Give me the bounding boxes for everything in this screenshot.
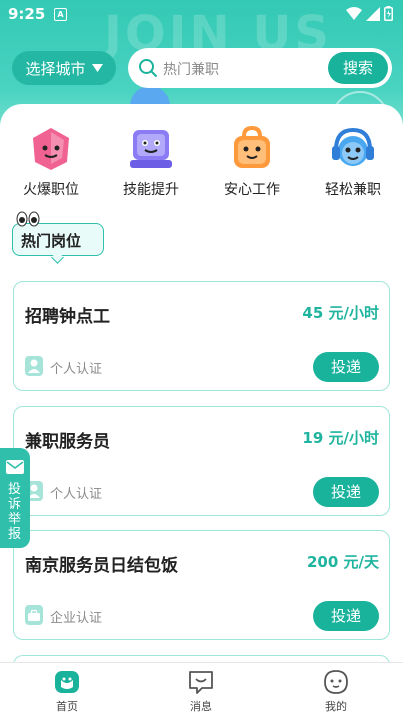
report-side-tab[interactable]: 投诉举报 bbox=[0, 448, 30, 548]
section-title: 热门岗位 bbox=[21, 232, 82, 250]
tab-label: 消息 bbox=[190, 700, 212, 713]
city-selector-label: 选择城市 bbox=[25, 59, 86, 78]
report-label: 投诉举报 bbox=[8, 482, 22, 542]
city-selector-button[interactable]: 选择城市 bbox=[12, 51, 116, 85]
job-card[interactable]: 招聘钟点工 45 元/小时 个人认证 投递 bbox=[13, 281, 390, 391]
eyes-icon bbox=[16, 211, 40, 227]
briefcase-icon bbox=[25, 605, 43, 625]
tab-label: 首页 bbox=[56, 700, 78, 713]
category-label: 安心工作 bbox=[224, 182, 280, 198]
search-bar: 热门兼职 搜索 bbox=[128, 48, 392, 88]
apply-button[interactable]: 投递 bbox=[313, 352, 379, 382]
profile-icon bbox=[324, 670, 348, 694]
person-icon bbox=[25, 356, 43, 376]
job-pay: 200 元/天 bbox=[306, 553, 379, 571]
bottom-tab-bar: 首页 消息 我的 bbox=[0, 662, 403, 719]
job-card[interactable]: 南京服务员日结包饭 200 元/天 企业认证 投递 bbox=[13, 530, 390, 640]
job-title: 南京服务员日结包饭 bbox=[25, 556, 178, 576]
message-icon bbox=[189, 671, 213, 694]
status-bar: 9:25 A bbox=[0, 0, 403, 28]
status-time: 9:25 bbox=[8, 5, 46, 23]
wifi-icon bbox=[346, 6, 362, 20]
battery-icon bbox=[384, 6, 393, 21]
mail-icon bbox=[6, 460, 24, 474]
search-icon bbox=[139, 59, 157, 77]
category-row: 火爆职位 技能提升 安心工作 轻松兼职 bbox=[0, 124, 403, 204]
apply-button[interactable]: 投递 bbox=[313, 477, 379, 507]
skill-mascot-icon bbox=[130, 130, 172, 168]
category-item-hot-jobs[interactable]: 火爆职位 bbox=[11, 124, 91, 198]
category-item-skill-up[interactable]: 技能提升 bbox=[111, 124, 191, 198]
job-certification: 企业认证 bbox=[50, 611, 103, 626]
job-pay: 19 元/小时 bbox=[302, 429, 379, 447]
search-button[interactable]: 搜索 bbox=[328, 52, 388, 84]
home-icon bbox=[55, 671, 79, 693]
job-certification: 个人认证 bbox=[50, 362, 103, 377]
notification-icon: A bbox=[54, 8, 67, 21]
tab-label: 我的 bbox=[325, 700, 347, 713]
apply-button[interactable]: 投递 bbox=[313, 601, 379, 631]
category-label: 轻松兼职 bbox=[325, 182, 381, 198]
fire-job-mascot-icon bbox=[33, 128, 69, 170]
category-label: 火爆职位 bbox=[23, 182, 79, 198]
search-input[interactable]: 热门兼职 bbox=[163, 59, 219, 79]
signal-icon bbox=[366, 6, 380, 21]
category-label: 技能提升 bbox=[123, 182, 179, 198]
category-item-safe-work[interactable]: 安心工作 bbox=[212, 124, 292, 198]
job-card[interactable]: 兼职服务员 19 元/小时 个人认证 投递 bbox=[13, 406, 390, 516]
category-item-easy-parttime[interactable]: 轻松兼职 bbox=[313, 124, 393, 198]
job-certification: 个人认证 bbox=[50, 487, 103, 502]
caret-down-icon bbox=[91, 64, 103, 72]
section-title-tag: 热门岗位 bbox=[12, 211, 104, 264]
job-title: 招聘钟点工 bbox=[25, 307, 110, 327]
job-title: 兼职服务员 bbox=[25, 432, 110, 452]
job-pay: 45 元/小时 bbox=[302, 304, 379, 322]
safe-work-bag-icon bbox=[234, 125, 270, 168]
easy-headphone-icon bbox=[332, 127, 374, 166]
